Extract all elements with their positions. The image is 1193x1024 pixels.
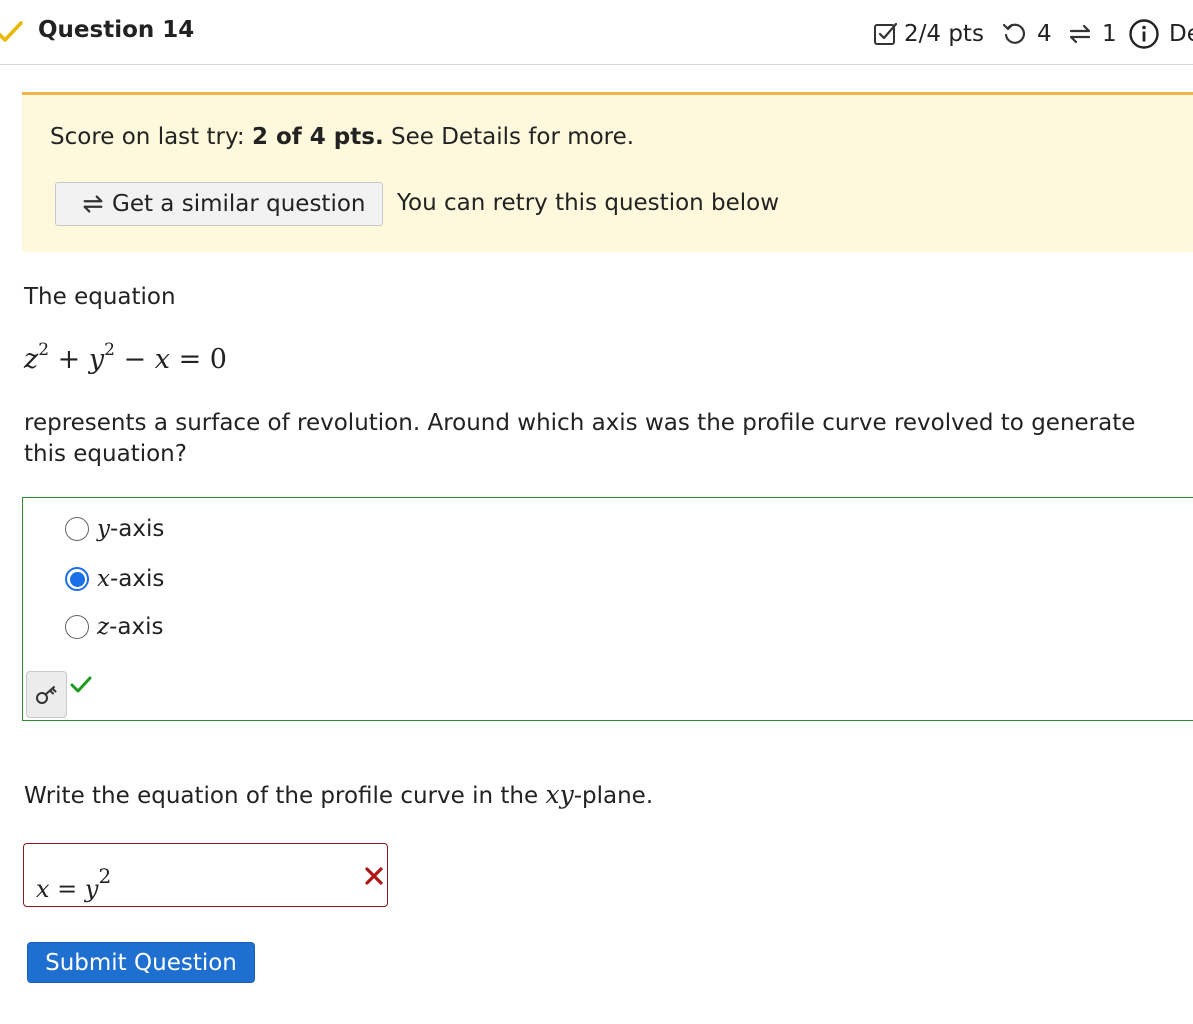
submit-question-button[interactable]: Submit Question [27,942,255,983]
score-prefix: Score on last try: [50,124,245,150]
incorrect-x-icon [365,867,383,885]
answer-rhs: y [84,875,99,903]
info-icon [1129,19,1159,49]
repeat-icon [1069,24,1091,44]
question-header: Question 14 2/4 pts 4 1 De [0,0,1193,65]
radio-button-selected[interactable] [65,567,89,591]
choice-variable: x [97,566,110,592]
score-summary: Score on last try: 2 of 4 pts. See Detai… [50,124,634,150]
choice-label: -axis [109,566,165,592]
eq-term: z [24,344,39,375]
answer-input[interactable]: x = y2 [23,843,388,907]
choice-x-axis[interactable]: x -axis [65,564,164,594]
key-button[interactable] [26,671,67,718]
part2-prompt: Write the equation of the profile curve … [24,780,653,809]
eq-exponent: 2 [38,340,50,360]
score-suffix: See Details for more. [391,124,635,150]
answer-exponent: 2 [98,864,112,888]
similar-count: 1 [1102,21,1117,47]
choice-z-axis[interactable]: z -axis [65,612,164,642]
score-value: 2 of 4 pts. [251,124,384,150]
question-title: Question 14 [38,17,195,43]
radio-button[interactable] [65,517,89,541]
similar-button-label: Get a similar question [112,191,366,217]
retry-text: You can retry this question below [397,190,780,216]
choice-variable: z [97,614,110,640]
checkbox-icon [874,22,898,45]
eq-operator: + [49,344,89,375]
choice-variable: y [97,516,110,542]
points-indicator: 2/4 pts [872,17,984,51]
answer-lhs: x [36,875,50,903]
prompt-math: xy [545,780,574,809]
attempts-count: 4 [1037,21,1052,47]
prompt-prefix: Write the equation of the profile curve … [24,783,546,809]
choice-label: -axis [110,516,165,542]
answer-value: x = y2 [36,864,111,903]
details-link[interactable]: De [1128,17,1193,51]
repeat-icon [83,195,103,213]
key-icon [35,685,56,704]
similar-indicator: 1 [1066,17,1117,51]
answer-choices: y -axis x -axis z -axis [22,497,1193,721]
points-text: 2/4 pts [904,21,984,47]
eq-operator: = [169,344,210,375]
eq-exponent: 2 [104,340,115,360]
question-equation: z2 + y2 − x = 0 [24,340,227,375]
retry-icon [1002,23,1026,44]
choice-label: -axis [109,614,164,640]
eq-operator: − [114,344,155,375]
get-similar-question-button[interactable]: Get a similar question [55,182,383,226]
checkmark-icon [0,21,23,42]
score-banner: Score on last try: 2 of 4 pts. See Detai… [22,92,1193,252]
details-label: De [1169,21,1193,47]
radio-button[interactable] [65,615,89,639]
choice-y-axis[interactable]: y -axis [65,514,164,544]
correct-check-icon [70,676,92,693]
attempts-indicator: 4 [1001,17,1052,51]
question-intro: The equation [24,284,176,310]
eq-rhs: 0 [209,344,227,375]
eq-term: x [154,344,170,375]
prompt-suffix: -plane. [573,783,654,809]
question-body: represents a surface of revolution. Arou… [24,410,1136,467]
eq-term: y [88,344,105,375]
answer-equals: = [49,875,85,903]
